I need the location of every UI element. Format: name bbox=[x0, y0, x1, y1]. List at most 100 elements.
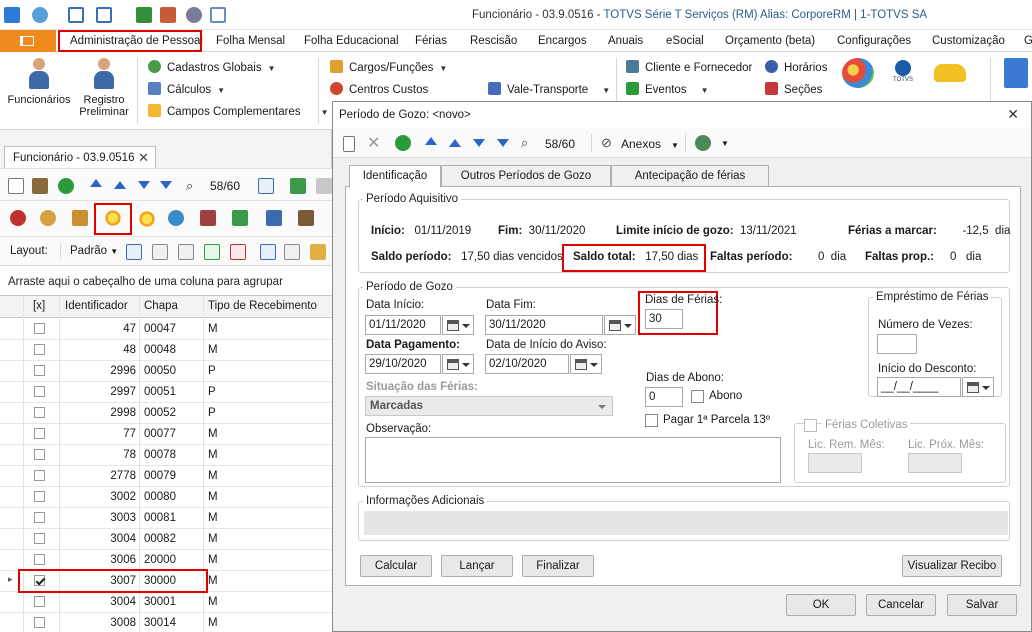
situacao-select[interactable]: Marcadas bbox=[365, 396, 613, 416]
sun-search-icon[interactable] bbox=[138, 210, 156, 228]
notebook-icon[interactable] bbox=[1004, 58, 1028, 88]
people-icon[interactable] bbox=[298, 210, 314, 226]
lancar-button[interactable]: Lançar bbox=[441, 555, 513, 577]
last-record-icon[interactable] bbox=[160, 181, 172, 189]
observacao-textarea[interactable] bbox=[365, 437, 781, 483]
first-record-icon[interactable] bbox=[90, 179, 102, 187]
secoes-menu[interactable]: Seções bbox=[765, 82, 822, 96]
palette-icon[interactable] bbox=[842, 58, 874, 88]
document-tab[interactable]: Funcionário - 03.9.0516 ✕ bbox=[4, 146, 156, 168]
inicio-desconto-input[interactable]: __/__/____ bbox=[877, 377, 961, 397]
anexos-menu[interactable]: Anexos ▼ bbox=[621, 137, 679, 151]
globe-dropdown-icon[interactable]: ▼ bbox=[721, 139, 729, 148]
table-row[interactable]: 3004 30001 M bbox=[0, 592, 332, 613]
registro-preliminar-button[interactable]: Registro Preliminar bbox=[74, 58, 134, 118]
data-inicio-calendar[interactable] bbox=[442, 315, 474, 335]
tab-configuracoes[interactable]: Configurações bbox=[837, 35, 911, 47]
close-icon[interactable]: ✕ bbox=[138, 150, 149, 166]
centros-custos-menu[interactable]: Centros Custos bbox=[330, 82, 428, 96]
refresh-icon[interactable] bbox=[58, 178, 74, 194]
tab-customizacao[interactable]: Customização bbox=[932, 35, 1005, 47]
layout-export-icon[interactable] bbox=[230, 244, 246, 260]
binoculars-icon[interactable]: ⌕ bbox=[186, 178, 193, 194]
tab-encargos[interactable]: Encargos bbox=[538, 35, 587, 47]
table-row[interactable]: 3008 30014 M bbox=[0, 613, 332, 632]
calculate-icon[interactable] bbox=[200, 210, 216, 226]
vale-transporte-menu[interactable]: Vale-Transporte ▼ bbox=[488, 82, 610, 96]
data-fim-input[interactable]: 30/11/2020 bbox=[485, 315, 603, 335]
salvar-button[interactable]: Salvar bbox=[947, 594, 1017, 616]
finalizar-button[interactable]: Finalizar bbox=[522, 555, 594, 577]
next-record-icon[interactable] bbox=[473, 139, 485, 147]
eventos-menu[interactable]: Eventos ▼ bbox=[626, 82, 708, 96]
layout-folder-icon[interactable] bbox=[310, 244, 326, 260]
cancelar-button[interactable]: Cancelar bbox=[866, 594, 936, 616]
pagar-parcela-checkbox[interactable] bbox=[645, 414, 658, 427]
campos-complementares-menu[interactable]: Campos Complementares ▼ bbox=[148, 104, 329, 118]
data-fim-calendar[interactable] bbox=[604, 315, 636, 335]
new-icon[interactable] bbox=[8, 178, 24, 194]
table-row[interactable]: 3006 20000 M bbox=[0, 550, 332, 571]
numero-vezes-input[interactable] bbox=[877, 334, 917, 354]
tab-rescisao[interactable]: Rescisão bbox=[470, 35, 517, 47]
table-row[interactable]: 2998 00052 P bbox=[0, 403, 332, 424]
inicio-desconto-calendar[interactable] bbox=[962, 377, 994, 397]
table-row[interactable]: 3004 00082 M bbox=[0, 529, 332, 550]
layout-import-icon[interactable] bbox=[204, 244, 220, 260]
cliente-fornecedor-menu[interactable]: Cliente e Fornecedor bbox=[626, 60, 752, 74]
money-icon[interactable] bbox=[40, 210, 56, 226]
table-row[interactable]: 77 00077 M bbox=[0, 424, 332, 445]
print-icon[interactable] bbox=[316, 178, 332, 194]
tab-outros-periodos[interactable]: Outros Períodos de Gozo bbox=[441, 165, 611, 187]
person-remove-icon[interactable] bbox=[10, 210, 26, 226]
dias-abono-input[interactable]: 0 bbox=[645, 387, 683, 407]
edit-icon[interactable] bbox=[32, 178, 48, 194]
tab-anuais[interactable]: Anuais bbox=[608, 35, 643, 47]
car-icon[interactable] bbox=[934, 64, 966, 82]
delete-icon[interactable]: ✕ bbox=[367, 133, 380, 153]
layout-table-icon[interactable] bbox=[152, 244, 168, 260]
last-record-icon[interactable] bbox=[497, 139, 509, 147]
first-record-icon[interactable] bbox=[425, 137, 437, 145]
layout-save-icon[interactable] bbox=[126, 244, 142, 260]
table-row[interactable]: 78 00078 M bbox=[0, 445, 332, 466]
horarios-menu[interactable]: Horários bbox=[765, 60, 827, 74]
history-icon[interactable] bbox=[168, 210, 184, 226]
column-header-tipo-recebimento[interactable]: Tipo de Recebimento bbox=[208, 300, 317, 312]
cadastros-globais-menu[interactable]: Cadastros Globais ▼ bbox=[148, 60, 276, 74]
next-record-icon[interactable] bbox=[138, 181, 150, 189]
table-row[interactable]: 2997 00051 P bbox=[0, 382, 332, 403]
previous-record-icon[interactable] bbox=[449, 139, 461, 147]
tab-identificacao[interactable]: Identificação bbox=[349, 165, 441, 188]
table-row[interactable]: 48 00048 M bbox=[0, 340, 332, 361]
data-aviso-calendar[interactable] bbox=[570, 354, 602, 374]
cargos-funcoes-menu[interactable]: Cargos/Funções ▼ bbox=[330, 60, 447, 74]
dias-ferias-input[interactable]: 30 bbox=[645, 309, 683, 329]
table-row[interactable]: 47 00047 M bbox=[0, 319, 332, 340]
lic-rem-input[interactable] bbox=[808, 453, 862, 473]
layout-columns-icon[interactable] bbox=[260, 244, 276, 260]
calcular-button[interactable]: Calcular bbox=[360, 555, 432, 577]
data-aviso-input[interactable]: 02/10/2020 bbox=[485, 354, 569, 374]
layout-select[interactable]: Padrão ▼ bbox=[70, 245, 118, 257]
layout-filter-icon[interactable] bbox=[284, 244, 300, 260]
table-row[interactable]: 2778 00079 M bbox=[0, 466, 332, 487]
ferias-coletivas-checkbox[interactable] bbox=[804, 419, 817, 432]
data-inicio-input[interactable]: 01/11/2020 bbox=[365, 315, 441, 335]
close-icon[interactable]: ✕ bbox=[1007, 106, 1019, 123]
tab-orcamento[interactable]: Orçamento (beta) bbox=[725, 35, 815, 47]
file-menu-button[interactable] bbox=[0, 30, 56, 52]
stack-icon[interactable] bbox=[266, 210, 282, 226]
tab-folha-mensal[interactable]: Folha Mensal bbox=[216, 35, 285, 47]
calculos-menu[interactable]: Cálculos ▼ bbox=[148, 82, 225, 96]
tab-folha-educacional[interactable]: Folha Educacional bbox=[304, 35, 399, 47]
ok-button[interactable]: OK bbox=[786, 594, 856, 616]
layout-list-icon[interactable] bbox=[178, 244, 194, 260]
binoculars-icon[interactable]: ⌕ bbox=[521, 135, 528, 151]
tab-antecipacao[interactable]: Antecipação de férias bbox=[611, 165, 769, 187]
tab-overflow[interactable]: G bbox=[1024, 35, 1032, 47]
tab-ferias[interactable]: Férias bbox=[415, 35, 447, 47]
new-icon[interactable] bbox=[343, 136, 355, 152]
table-row[interactable]: 2996 00050 P bbox=[0, 361, 332, 382]
refresh-icon[interactable] bbox=[395, 135, 411, 151]
